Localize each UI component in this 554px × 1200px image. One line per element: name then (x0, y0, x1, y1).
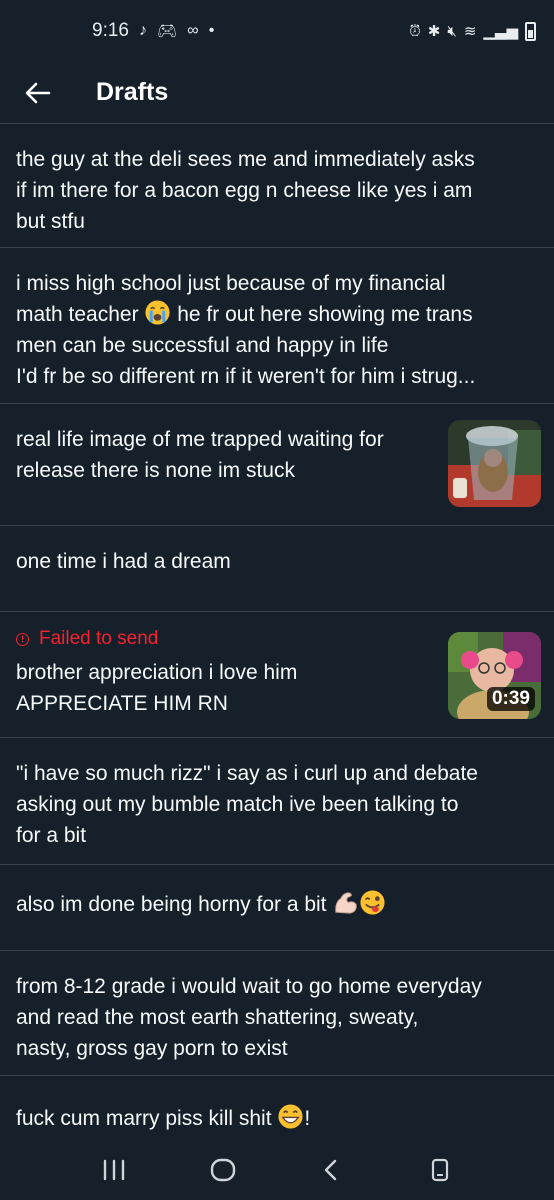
recent-apps-icon (104, 1159, 125, 1181)
draft-text: brother appreciation i love him APPRECIA… (16, 661, 298, 715)
drafts-list: the guy at the deli sees me and immediat… (0, 124, 554, 1144)
draft-text: from 8-12 grade i would wait to go home … (16, 975, 482, 1060)
draft-text: one time i had a dream (16, 550, 231, 573)
draft-text: "i have so much rizz" i say as i curl up… (16, 762, 478, 847)
signal-icon: ▁▃▅ (483, 23, 518, 40)
tiktok-icon: ♪ (138, 22, 147, 39)
phone-rotate-icon (431, 1158, 448, 1182)
arrow-left-icon (25, 82, 51, 103)
status-bar: 9:16 ♪ 🎮︎ ∞ • ⏰︎ ✱ 🔇︎ ≋ ▁▃▅ (0, 0, 554, 62)
recent-apps-button[interactable] (94, 1150, 134, 1190)
game-icon: 🎮︎ (156, 23, 178, 40)
draft-item[interactable]: "i have so much rizz" i say as i curl up… (0, 738, 554, 865)
mute-icon: 🔇︎ (447, 22, 457, 40)
dot-icon: • (208, 22, 215, 39)
flexed-biceps-emoji-icon (335, 892, 358, 914)
alarm-icon: ⏰︎ (409, 22, 421, 40)
draft-text: also im done being horny for a bit (16, 889, 538, 920)
back-button[interactable] (18, 73, 58, 113)
keyboard-toggle-button[interactable] (420, 1150, 460, 1190)
system-nav-bar (0, 1140, 554, 1200)
draft-item[interactable]: one time i had a dream (0, 526, 554, 612)
draft-item[interactable]: from 8-12 grade i would wait to go home … (0, 951, 554, 1076)
draft-video-thumbnail: 0:39 (448, 632, 541, 719)
app-header: Drafts (0, 62, 554, 124)
draft-item[interactable]: fuck cum marry piss kill shit ! (0, 1076, 554, 1144)
draft-item[interactable]: i miss high school just because of my fi… (0, 248, 554, 404)
home-icon (210, 1158, 235, 1182)
draft-item[interactable]: ! Failed to send brother appreciation i … (0, 612, 554, 738)
draft-text: real life image of me trapped waiting fo… (16, 428, 384, 482)
draft-text: fuck cum marry piss kill shit ! (16, 1103, 538, 1134)
winking-tongue-emoji-icon (360, 890, 385, 915)
draft-text: i miss high school just because of my fi… (16, 272, 476, 388)
grinning-face-emoji-icon (278, 1104, 303, 1129)
voicemail-icon: ∞ (187, 22, 199, 39)
draft-image-thumbnail (448, 420, 541, 507)
failed-label: Failed to send (39, 628, 159, 649)
video-duration: 0:39 (486, 687, 535, 711)
wifi-icon: ≋ (463, 23, 477, 40)
bluetooth-icon: ✱ (427, 23, 441, 40)
status-time: 9:16 (92, 20, 129, 41)
draft-item[interactable]: the guy at the deli sees me and immediat… (0, 124, 554, 248)
crying-face-emoji-icon (145, 300, 170, 325)
page-title: Drafts (96, 78, 169, 106)
battery-icon (525, 21, 536, 41)
draft-text: the guy at the deli sees me and immediat… (16, 148, 475, 233)
chevron-left-icon (325, 1159, 337, 1181)
home-button[interactable] (203, 1150, 243, 1190)
system-back-button[interactable] (311, 1150, 351, 1190)
draft-item[interactable]: real life image of me trapped waiting fo… (0, 404, 554, 526)
error-icon: ! (16, 632, 29, 646)
draft-item[interactable]: also im done being horny for a bit (0, 865, 554, 951)
